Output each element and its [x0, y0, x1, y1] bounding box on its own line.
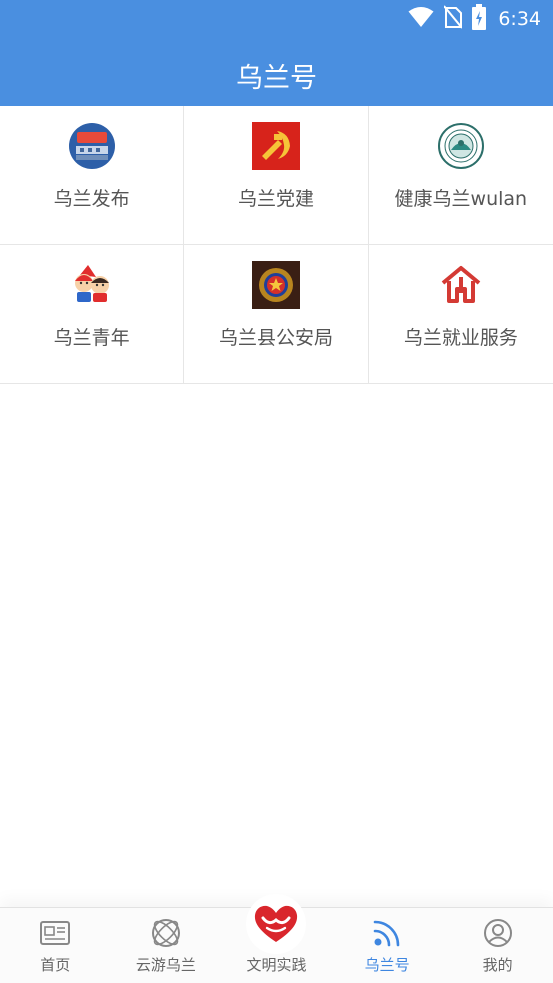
account-label: 健康乌兰wulan [394, 188, 528, 210]
tab-label: 文明实践 [246, 956, 307, 974]
no-sim-icon [443, 5, 464, 33]
account-wulan-party[interactable]: 乌兰党建 [184, 106, 369, 244]
account-wulan-youth[interactable]: 乌兰青年 [0, 245, 185, 383]
police-emblem-icon [251, 261, 300, 309]
account-health-wulan[interactable]: 健康乌兰wulan [369, 106, 553, 244]
tab-cloud-tour[interactable]: 云游乌兰 [111, 908, 222, 983]
wulan-release-logo [68, 122, 116, 170]
status-icons: 6:34 [408, 4, 541, 34]
battery-charging-icon [472, 4, 487, 34]
bottom-nav: 首页 云游乌兰 文明实践 乌兰号 我的 [0, 894, 553, 983]
grid-row: 乌兰发布 乌兰党建 健康乌兰wulan [0, 106, 553, 245]
account-wulan-police[interactable]: 乌兰县公安局 [184, 245, 369, 383]
user-profile-icon [483, 918, 513, 948]
tab-label: 我的 [482, 956, 513, 974]
app-screen: 6:34 乌兰号 乌兰发布 乌兰党建 健康乌兰wulan 乌兰青年 乌兰县公安局… [0, 0, 553, 983]
account-grid: 乌兰发布 乌兰党建 健康乌兰wulan 乌兰青年 乌兰县公安局 乌兰就业服务 [0, 106, 553, 384]
health-wulan-seal [437, 122, 485, 170]
account-label: 乌兰县公安局 [218, 327, 333, 349]
tab-label: 云游乌兰 [135, 956, 196, 974]
heart-icon [246, 894, 307, 954]
party-emblem-icon [251, 122, 300, 170]
tab-civilization-practice[interactable]: 文明实践 [221, 894, 332, 983]
grid-row: 乌兰青年 乌兰县公安局 乌兰就业服务 [0, 245, 553, 384]
tab-mine[interactable]: 我的 [442, 908, 553, 983]
account-label: 乌兰就业服务 [403, 327, 518, 349]
tab-home[interactable]: 首页 [0, 908, 111, 983]
account-label: 乌兰青年 [53, 327, 130, 349]
employment-service-icon [437, 261, 485, 309]
account-wulan-release[interactable]: 乌兰发布 [0, 106, 185, 244]
orbit-icon [151, 918, 181, 948]
header-bar: 6:34 乌兰号 [0, 0, 553, 106]
rss-feed-icon [372, 918, 402, 948]
account-wulan-employment[interactable]: 乌兰就业服务 [369, 245, 553, 383]
tab-label: 首页 [40, 956, 71, 974]
account-label: 乌兰党建 [237, 188, 314, 210]
page-title: 乌兰号 [236, 63, 317, 94]
wifi-icon [408, 6, 434, 32]
account-label: 乌兰发布 [53, 188, 130, 210]
status-bar: 6:34 [0, 0, 553, 38]
youth-cartoon-icon [67, 261, 116, 309]
tab-wulan-account[interactable]: 乌兰号 [332, 908, 443, 983]
tab-label: 乌兰号 [364, 956, 410, 974]
newspaper-icon [40, 918, 71, 948]
status-time: 6:34 [498, 8, 541, 30]
